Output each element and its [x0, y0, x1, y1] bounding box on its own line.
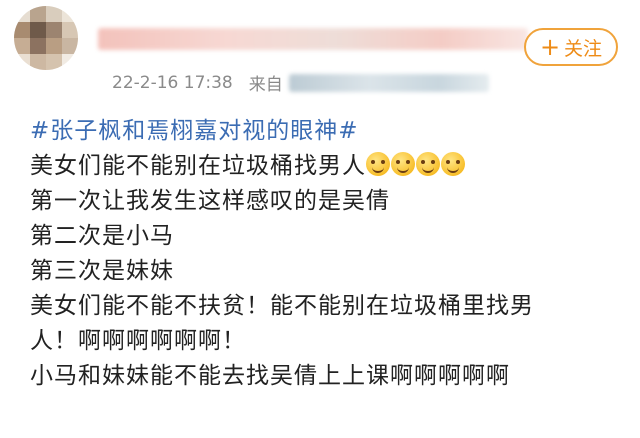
grinning-face-emoji-icon	[366, 152, 390, 176]
follow-button-label: 关注	[564, 37, 603, 60]
source-prefix: 来自	[248, 75, 283, 95]
post-timestamp: 22-2-16 17:38	[112, 72, 233, 93]
source-blurred[interactable]	[288, 73, 489, 92]
username-blurred[interactable]	[98, 28, 528, 50]
post-line: 美女们能不能别在垃圾桶找男人	[30, 149, 630, 184]
post-line-text: 美女们能不能别在垃圾桶找男人	[30, 153, 366, 179]
post-line: 小马和妹妹能不能去找吴倩上上课啊啊啊啊啊	[30, 363, 510, 389]
avatar[interactable]	[14, 6, 78, 70]
post-body: #张子枫和焉栩嘉对视的眼神# 美女们能不能别在垃圾桶找男人 第一次让我发生这样感…	[30, 114, 630, 394]
grinning-face-emoji-icon	[441, 152, 465, 176]
follow-button[interactable]: + 关注	[524, 28, 618, 66]
post-line: 人！啊啊啊啊啊啊！	[30, 328, 246, 354]
plus-icon: +	[539, 33, 561, 61]
post-line: 第一次让我发生这样感叹的是吴倩	[30, 188, 390, 214]
post-line: 第二次是小马	[30, 223, 174, 249]
post-meta: 22-2-16 17:38 来自	[112, 70, 489, 95]
hashtag-link[interactable]: #张子枫和焉栩嘉对视的眼神#	[30, 114, 630, 149]
grinning-face-emoji-icon	[391, 152, 415, 176]
grinning-face-emoji-icon	[416, 152, 440, 176]
post-line: 美女们能不能不扶贫！能不能别在垃圾桶里找男	[30, 293, 534, 319]
post-line: 第三次是妹妹	[30, 258, 174, 284]
